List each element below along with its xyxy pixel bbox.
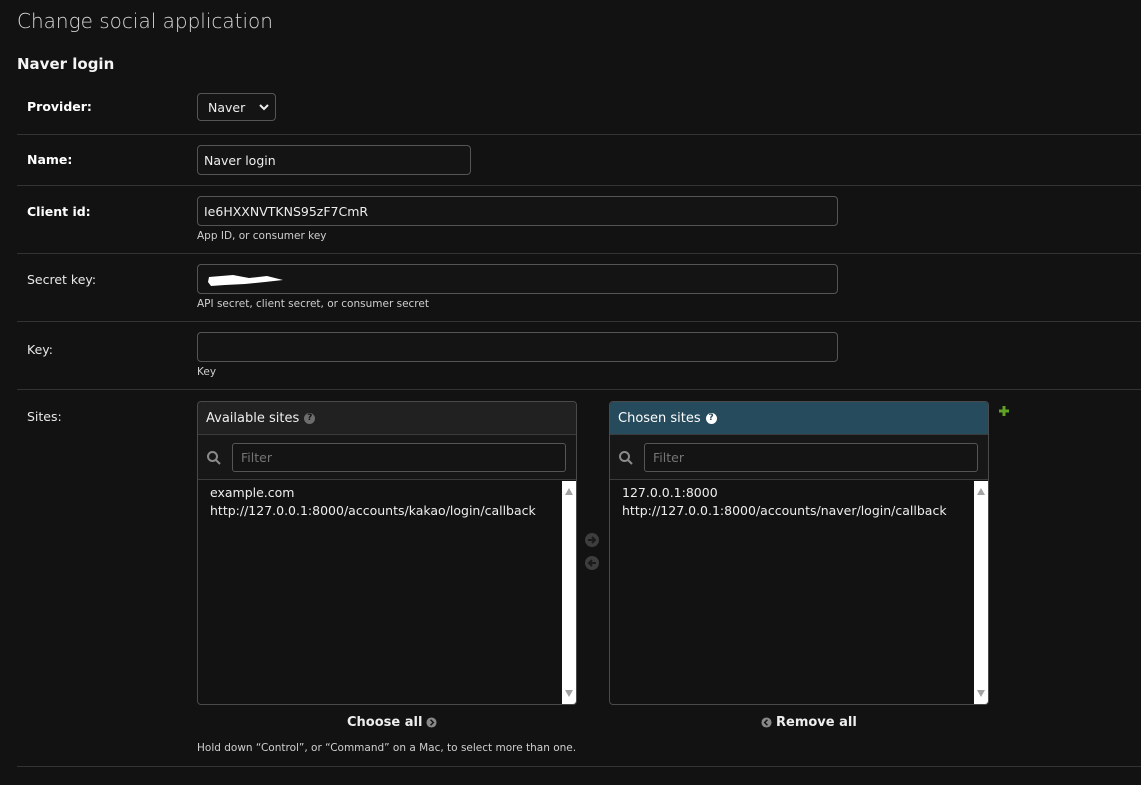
list-item[interactable]: http://127.0.0.1:8000/accounts/kakao/log… — [210, 502, 562, 520]
name-label: Name: — [27, 152, 73, 167]
provider-select-value: Naver — [208, 100, 246, 115]
scroll-down-arrow-icon[interactable] — [977, 690, 985, 697]
chosen-filter-input[interactable] — [644, 443, 978, 472]
form-row-sites: Sites: Available sites ? example.com htt… — [17, 390, 1141, 767]
available-filter-row — [198, 435, 576, 480]
fieldset-title: Naver login — [17, 55, 115, 73]
available-sites-list[interactable]: example.com http://127.0.0.1:8000/accoun… — [198, 481, 562, 704]
form-row-client-id: Client id: App ID, or consumer key — [17, 186, 1141, 254]
secret-key-label: Secret key: — [27, 272, 97, 287]
key-field[interactable] — [197, 332, 838, 362]
key-label: Key: — [27, 342, 53, 357]
secret-key-help: API secret, client secret, or consumer s… — [197, 298, 429, 310]
chosen-scrollbar[interactable] — [974, 481, 988, 704]
help-icon[interactable]: ? — [705, 412, 717, 424]
arrow-left-icon — [761, 717, 772, 728]
list-item[interactable]: 127.0.0.1:8000 — [622, 484, 974, 502]
choose-all-label: Choose all — [347, 715, 423, 730]
remove-all-label: Remove all — [776, 715, 857, 730]
chosen-sites-box: Chosen sites ? 127.0.0.1:8000 http://127… — [609, 401, 989, 705]
arrow-right-icon — [426, 717, 437, 728]
form-row-key: Key: Key — [17, 322, 1141, 390]
form-row-provider: Provider: Naver — [17, 83, 1141, 135]
list-item[interactable]: http://127.0.0.1:8000/accounts/naver/log… — [622, 502, 974, 520]
client-id-help: App ID, or consumer key — [197, 230, 327, 242]
chosen-sites-list[interactable]: 127.0.0.1:8000 http://127.0.0.1:8000/acc… — [610, 481, 974, 704]
form-row-secret-key: Secret key: API secret, client secret, o… — [17, 254, 1141, 322]
list-item[interactable]: example.com — [210, 484, 562, 502]
client-id-field[interactable] — [197, 196, 838, 226]
available-sites-box: Available sites ? example.com http://127… — [197, 401, 577, 705]
choose-all-button[interactable]: Choose all — [347, 715, 441, 730]
remove-all-button[interactable]: Remove all — [757, 715, 857, 730]
add-icon[interactable] — [998, 405, 1010, 417]
search-icon — [619, 451, 633, 465]
chosen-filter-row — [610, 435, 988, 480]
chevron-down-icon — [259, 104, 269, 111]
secret-key-field[interactable] — [197, 264, 838, 294]
available-sites-title: Available sites — [206, 410, 300, 426]
scroll-up-arrow-icon[interactable] — [977, 488, 985, 495]
form-row-name: Name: — [17, 135, 1141, 186]
chosen-sites-title: Chosen sites — [618, 410, 701, 426]
scroll-up-arrow-icon[interactable] — [565, 488, 573, 495]
key-help: Key — [197, 366, 217, 378]
client-id-label: Client id: — [27, 204, 91, 219]
search-icon — [207, 451, 221, 465]
arrow-left-icon[interactable] — [584, 555, 600, 571]
name-field[interactable] — [197, 145, 471, 175]
available-sites-header: Available sites ? — [198, 402, 576, 435]
redaction-mark — [208, 275, 283, 286]
sites-label: Sites: — [27, 409, 62, 424]
chosen-sites-header: Chosen sites ? — [610, 402, 988, 435]
available-filter-input[interactable] — [232, 443, 566, 472]
provider-select[interactable]: Naver — [197, 93, 276, 121]
help-icon[interactable]: ? — [304, 412, 316, 424]
provider-label: Provider: — [27, 99, 92, 114]
page-title: Change social application — [17, 9, 273, 33]
scroll-down-arrow-icon[interactable] — [565, 690, 573, 697]
available-scrollbar[interactable] — [562, 481, 576, 704]
arrow-right-icon[interactable] — [584, 532, 600, 548]
sites-help: Hold down “Control”, or “Command” on a M… — [197, 742, 577, 754]
